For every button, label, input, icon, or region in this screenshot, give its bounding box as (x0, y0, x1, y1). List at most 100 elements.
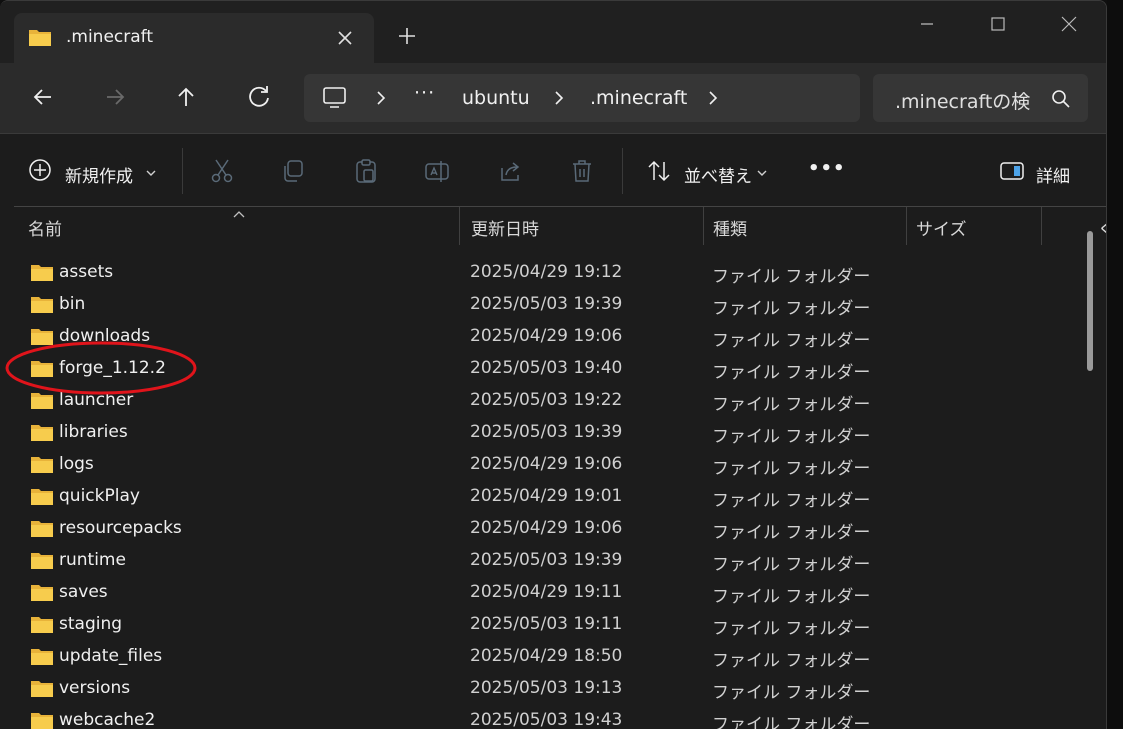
file-type: ファイル フォルダー (712, 331, 871, 351)
file-type: ファイル フォルダー (712, 587, 871, 607)
computer-icon[interactable] (322, 86, 348, 114)
refresh-icon[interactable] (243, 81, 275, 113)
file-date: 2025/05/03 19:43 (470, 710, 623, 729)
column-divider[interactable] (703, 207, 704, 245)
file-type: ファイル フォルダー (712, 619, 871, 639)
new-button[interactable]: 新規作成 (65, 162, 133, 187)
folder-icon (30, 262, 54, 286)
rename-icon[interactable] (424, 158, 450, 184)
file-name[interactable]: libraries (59, 422, 128, 442)
file-name[interactable]: staging (59, 614, 122, 634)
folder-icon (30, 614, 54, 638)
file-date: 2025/04/29 19:11 (470, 582, 623, 602)
forward-arrow-icon[interactable] (99, 81, 131, 113)
file-name[interactable]: resourcepacks (59, 518, 182, 538)
chevron-right-icon[interactable] (374, 90, 388, 110)
column-header-row: 名前 更新日時 種類 サイズ ぐ (0, 207, 1106, 247)
file-type: ファイル フォルダー (712, 363, 871, 383)
file-type: ファイル フォルダー (712, 523, 871, 543)
file-row[interactable]: libraries 2025/05/03 19:39 ファイル フォルダー (14, 416, 1080, 448)
sort-button[interactable]: 並べ替え (684, 162, 752, 187)
folder-icon (30, 678, 54, 702)
file-type: ファイル フォルダー (712, 427, 871, 447)
file-row[interactable]: versions 2025/05/03 19:13 ファイル フォルダー (14, 672, 1080, 704)
column-header-date[interactable]: 更新日時 (471, 215, 539, 240)
file-date: 2025/05/03 19:39 (470, 294, 623, 314)
file-row[interactable]: assets 2025/04/29 19:12 ファイル フォルダー (14, 256, 1080, 288)
file-date: 2025/05/03 19:22 (470, 390, 623, 410)
new-plus-icon[interactable] (28, 158, 52, 184)
search-box[interactable]: .minecraftの検 (873, 74, 1088, 122)
maximize-icon[interactable] (975, 7, 1021, 41)
details-button[interactable]: 詳細 (1036, 162, 1070, 187)
file-type: ファイル フォルダー (712, 267, 871, 287)
file-row[interactable]: quickPlay 2025/04/29 19:01 ファイル フォルダー (14, 480, 1080, 512)
folder-icon (30, 486, 54, 510)
file-row[interactable]: saves 2025/04/29 19:11 ファイル フォルダー (14, 576, 1080, 608)
file-row[interactable]: resourcepacks 2025/04/29 19:06 ファイル フォルダー (14, 512, 1080, 544)
file-name[interactable]: quickPlay (59, 486, 140, 506)
file-type: ファイル フォルダー (712, 651, 871, 671)
file-name[interactable]: bin (59, 294, 85, 314)
column-header-extra[interactable]: ぐ (1098, 215, 1106, 240)
file-name[interactable]: runtime (59, 550, 126, 570)
delete-icon[interactable] (569, 158, 595, 184)
file-type: ファイル フォルダー (712, 555, 871, 575)
file-row[interactable]: update_files 2025/04/29 18:50 ファイル フォルダー (14, 640, 1080, 672)
file-name[interactable]: update_files (59, 646, 162, 666)
back-arrow-icon[interactable] (27, 81, 59, 113)
breadcrumb-ellipsis[interactable]: ··· (414, 82, 435, 104)
tab-minecraft[interactable]: .minecraft (14, 13, 374, 63)
search-input[interactable]: .minecraftの検 (895, 87, 1030, 114)
file-type: ファイル フォルダー (712, 395, 871, 415)
tab-title: .minecraft (66, 27, 154, 47)
up-arrow-icon[interactable] (170, 81, 202, 113)
share-icon[interactable] (497, 158, 523, 184)
minimize-icon[interactable] (904, 7, 950, 41)
divider (622, 148, 623, 194)
file-date: 2025/04/29 19:06 (470, 454, 623, 474)
column-header-name[interactable]: 名前 (28, 215, 62, 240)
command-bar: 新規作成 並べ替え ••• 詳細 (0, 134, 1106, 206)
details-pane-icon[interactable] (999, 158, 1025, 184)
column-header-size[interactable]: サイズ (916, 215, 967, 240)
cut-icon[interactable] (209, 158, 235, 184)
vertical-scrollbar[interactable] (1087, 231, 1093, 371)
column-header-type[interactable]: 種類 (713, 215, 747, 240)
file-name[interactable]: versions (59, 678, 130, 698)
breadcrumb-minecraft[interactable]: .minecraft (590, 87, 687, 109)
file-name[interactable]: logs (59, 454, 94, 474)
file-name[interactable]: saves (59, 582, 108, 602)
file-row[interactable]: webcache2 2025/05/03 19:43 ファイル フォルダー (14, 704, 1080, 729)
copy-icon[interactable] (281, 158, 307, 184)
background-strip (1107, 0, 1123, 728)
plus-icon[interactable] (394, 23, 420, 49)
chevron-down-icon[interactable] (756, 164, 768, 190)
column-divider[interactable] (906, 207, 907, 245)
file-date: 2025/04/29 19:12 (470, 262, 623, 282)
file-row[interactable]: logs 2025/04/29 19:06 ファイル フォルダー (14, 448, 1080, 480)
breadcrumb-ubuntu[interactable]: ubuntu (462, 87, 530, 109)
column-divider[interactable] (459, 207, 460, 245)
file-name[interactable]: assets (59, 262, 113, 282)
sort-icon[interactable] (646, 158, 672, 184)
close-icon[interactable] (332, 25, 358, 51)
file-row[interactable]: runtime 2025/05/03 19:39 ファイル フォルダー (14, 544, 1080, 576)
file-name[interactable]: webcache2 (59, 710, 155, 729)
folder-icon (30, 454, 54, 478)
folder-icon (30, 518, 54, 542)
file-date: 2025/05/03 19:40 (470, 358, 623, 378)
chevron-right-icon[interactable] (552, 90, 566, 110)
address-bar[interactable]: ··· ubuntu .minecraft (304, 74, 860, 122)
paste-icon[interactable] (353, 158, 379, 184)
search-icon[interactable] (1051, 89, 1071, 113)
file-row[interactable]: bin 2025/05/03 19:39 ファイル フォルダー (14, 288, 1080, 320)
chevron-right-icon[interactable] (706, 90, 720, 110)
title-bar: .minecraft (0, 1, 1106, 63)
file-explorer-window: .minecraft ··· ubuntu .minecraft .minecr… (0, 0, 1107, 729)
more-options-button[interactable]: ••• (808, 158, 846, 179)
window-close-icon[interactable] (1046, 7, 1092, 41)
column-divider[interactable] (1041, 207, 1042, 245)
file-row[interactable]: staging 2025/05/03 19:11 ファイル フォルダー (14, 608, 1080, 640)
chevron-down-icon[interactable] (145, 164, 157, 190)
